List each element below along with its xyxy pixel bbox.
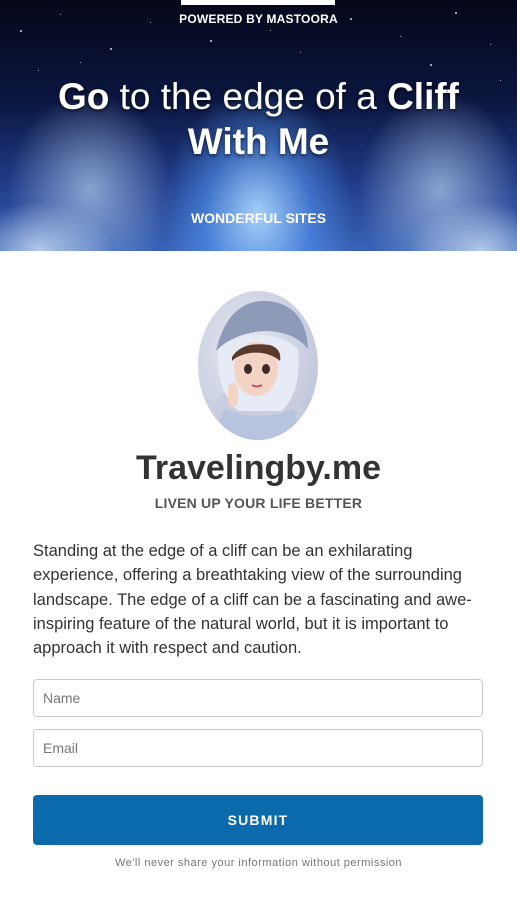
privacy-note: We'll never share your information witho… <box>114 857 402 869</box>
headline-middle: to the edge of a <box>109 76 388 117</box>
headline-with-me: With Me <box>187 121 330 162</box>
email-input[interactable] <box>33 729 483 767</box>
powered-by-label: POWERED BY MASTOORA <box>179 12 338 26</box>
description-text: Standing at the edge of a cliff can be a… <box>33 542 472 658</box>
category-label: WONDERFUL SITES <box>190 210 327 226</box>
avatar-girl-illustration-icon <box>210 300 308 440</box>
submit-button[interactable]: SUBMIT <box>33 795 483 845</box>
avatar <box>198 291 318 440</box>
hero-headline: Go to the edge of a Cliff With Me <box>20 74 497 164</box>
top-accent-bar <box>181 0 335 5</box>
site-title: Travelingby.me <box>135 449 382 487</box>
headline-go: Go <box>57 76 110 117</box>
headline-cliff: Cliff <box>387 76 460 117</box>
hero-banner: POWERED BY MASTOORA Go to the edge of a … <box>0 0 517 251</box>
tagline: LIVEN UP YOUR LIFE BETTER <box>154 495 363 511</box>
name-input[interactable] <box>33 679 483 717</box>
